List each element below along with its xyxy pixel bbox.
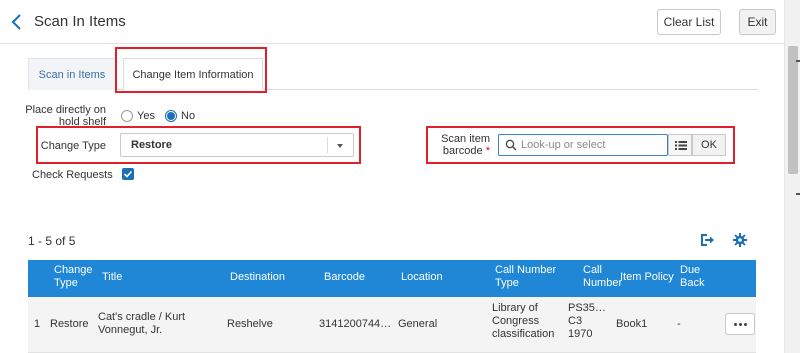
cell-destination: Reshelve [227,318,273,330]
hold-shelf-label-line2: hold shelf [58,116,106,128]
radio-no[interactable] [165,110,177,122]
scan-barcode-label-line2-text: barcode [442,145,483,157]
page-title: Scan In Items [34,13,126,30]
cell-call-number-line1: PS35… [568,302,606,314]
list-icon [675,141,687,150]
row-index: 1 [34,318,41,330]
cell-change-type: Restore [50,318,89,330]
clear-list-button[interactable]: Clear List [657,9,721,35]
scan-barcode-label: Scan item barcode * [410,133,490,157]
column-header-due-back-line1: Due [680,264,701,276]
cell-call-number-type: Library of Congress classification [492,302,554,341]
tab-scan-in-items[interactable]: Scan in Items [28,58,116,90]
change-type-label: Change Type [40,140,106,152]
cell-call-number-type-line2: Congress [492,315,540,327]
tab-bar: Scan in Items Change Item Information [28,58,758,90]
scan-barcode-label-line1: Scan item [441,133,490,145]
radio-no-label: No [181,110,196,122]
cell-call-number-line3: 1970 [568,328,593,340]
scrollbar-thumb[interactable] [788,46,798,174]
table-row[interactable]: 1 Restore Cat's cradle / Kurt Vonnegut, … [28,297,756,353]
ok-button[interactable]: OK [692,134,726,156]
column-header-call-number-type-line1: Call Number [495,264,557,276]
exit-button[interactable]: Exit [739,9,776,35]
export-icon[interactable] [699,232,715,248]
column-header-due-back-line2: Back [680,277,705,289]
chevron-left-icon[interactable] [10,12,24,32]
column-header-change-type-line2: Type [54,277,78,289]
more-dots-icon [739,323,742,326]
scroll-marker [796,60,800,62]
cell-title-line1: Cat's cradle / Kurt [98,311,186,323]
search-icon [505,139,517,151]
cell-barcode: 3141200744… [319,318,392,330]
column-header-call-number-type[interactable]: Call Number Type [495,264,556,290]
column-header-title[interactable]: Title [102,271,122,284]
column-header-call-number-type-line2: Type [495,277,519,289]
gear-icon[interactable] [732,232,748,248]
change-type-select[interactable]: Restore [120,133,354,157]
cell-location: General [398,318,438,330]
row-actions-button[interactable] [725,313,755,335]
column-header-call-number-line2: Number [583,277,623,289]
check-requests-label: Check Requests [32,169,113,181]
chevron-down-icon [337,144,343,148]
radio-yes[interactable] [121,110,133,122]
column-header-call-number-line1: Call [583,264,602,276]
check-requests-checkbox[interactable] [122,168,134,180]
more-dots-icon [734,323,737,326]
column-header-call-number[interactable]: Call Number [583,264,623,290]
hold-shelf-label-line1: Place directly on [25,104,106,116]
cell-title-line2: Vonnegut, Jr. [98,324,163,336]
results-count: 1 - 5 of 5 [28,234,76,248]
column-header-change-type-line1: Change [54,264,93,276]
scroll-marker [796,193,800,195]
required-asterisk: * [485,145,490,157]
cell-call-number: PS35… C3 1970 [568,302,606,341]
page-header: Scan In Items Clear List Exit [0,0,784,44]
tab-change-item-information[interactable]: Change Item Information [123,58,263,90]
list-lookup-button[interactable] [668,134,692,156]
scrollbar[interactable] [784,0,800,353]
cell-title: Cat's cradle / Kurt Vonnegut, Jr. [98,311,185,337]
scan-barcode-label-line2: barcode * [410,145,490,157]
cell-call-number-type-line1: Library of [492,302,538,314]
column-header-due-back[interactable]: Due Back [680,264,704,290]
change-type-value: Restore [131,139,172,151]
table-header: Change Type Title Destination Barcode Lo… [28,260,756,297]
column-header-barcode[interactable]: Barcode [324,271,365,284]
column-header-item-policy[interactable]: Item Policy [620,271,674,284]
cell-due-back: - [677,318,681,330]
cell-call-number-type-line3: classification [492,328,555,340]
checkmark-icon [123,170,133,178]
hold-shelf-label: Place directly on hold shelf [24,104,106,128]
scan-barcode-input[interactable] [521,138,661,152]
column-header-destination[interactable]: Destination [230,271,285,284]
column-header-change-type[interactable]: Change Type [54,264,93,290]
scan-barcode-field[interactable] [498,134,668,156]
cell-item-policy: Book1 [616,318,648,330]
radio-yes-label: Yes [137,110,155,122]
select-divider [327,137,328,153]
cell-call-number-line2: C3 [568,315,583,327]
column-header-location[interactable]: Location [401,271,443,284]
more-dots-icon [744,323,747,326]
